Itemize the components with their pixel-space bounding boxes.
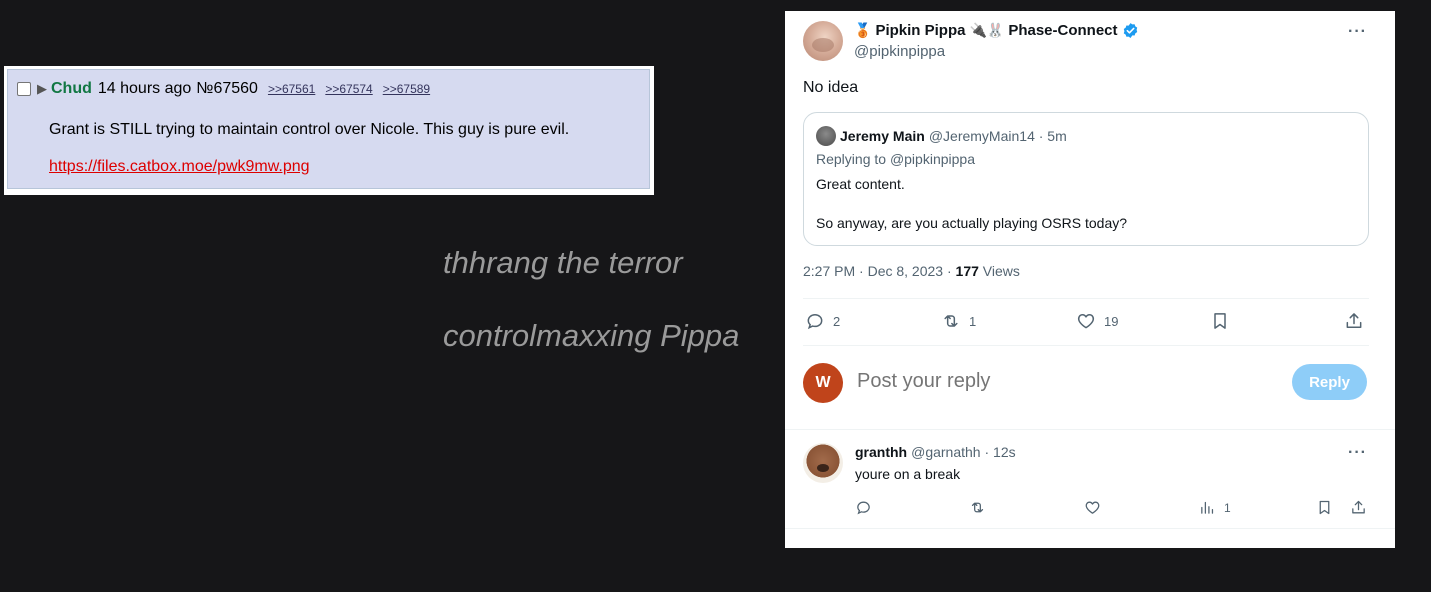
reply-like-button[interactable] (1084, 499, 1101, 516)
tweet-meta: 2:27 PM · Dec 8, 2023 · 177 Views (803, 263, 1020, 279)
caption-line-2: controlmaxxing Pippa (443, 318, 740, 353)
like-icon (1085, 501, 1100, 514)
quoted-author-avatar (816, 126, 836, 146)
post-select-checkbox[interactable] (17, 82, 31, 96)
share-button[interactable] (1344, 311, 1364, 331)
plug-rabbit-emoji: 🔌🐰 (969, 22, 1005, 38)
tweet-text: No idea (803, 79, 859, 96)
like-count: 19 (1104, 313, 1119, 329)
author-handle[interactable]: @pipkinpippa (854, 43, 945, 60)
reply-icon (807, 313, 823, 330)
reply-share-button[interactable] (1350, 499, 1367, 516)
reply-views-button[interactable]: 1 (1199, 499, 1231, 516)
share-icon (1352, 500, 1365, 514)
reply-submit-button[interactable]: Reply (1292, 364, 1367, 400)
imageboard-post-frame: ▶ Chud 14 hours ago №67560 >>67561 >>675… (4, 66, 654, 195)
caption-line-1: thhrang the terror (443, 245, 683, 280)
reply-views-count: 1 (1224, 500, 1231, 515)
imageboard-post: ▶ Chud 14 hours ago №67560 >>67561 >>675… (7, 69, 650, 189)
like-icon (1077, 314, 1095, 329)
quoted-author-row: Jeremy Main @JeremyMain14 · 5m (816, 126, 1067, 146)
bookmark-icon (1214, 313, 1226, 329)
medal-emoji: 🥉 (854, 22, 872, 38)
author-display-name: Pipkin Pippa (875, 22, 966, 39)
tweet-card: 🥉 Pipkin Pippa 🔌🐰 Phase-Connect @pipkinp… (785, 11, 1395, 548)
divider (785, 528, 1395, 529)
reply-author-avatar[interactable] (803, 443, 843, 483)
tweet-actions: 2 1 19 (805, 311, 1369, 333)
reply-count: 2 (833, 313, 841, 329)
views-icon (1201, 501, 1214, 514)
reply-text: youre on a break (855, 466, 961, 482)
post-number[interactable]: №67560 (196, 80, 258, 98)
quoted-author-name: Jeremy Main (840, 128, 925, 144)
author-name-row[interactable]: 🥉 Pipkin Pippa 🔌🐰 Phase-Connect (854, 22, 1139, 39)
reply-actions: 1 (855, 499, 1375, 517)
tweet-timestamp[interactable]: 2:27 PM · Dec 8, 2023 · (803, 263, 956, 279)
reply-icon (857, 501, 870, 515)
poster-name: Chud (51, 80, 92, 97)
views-label: Views (978, 263, 1020, 279)
post-menu-arrow-icon[interactable]: ▶ (37, 81, 47, 97)
post-header: ▶ Chud 14 hours ago №67560 >>67561 >>675… (17, 79, 440, 99)
repost-button[interactable]: 1 (941, 311, 976, 331)
reply-bookmark-button[interactable] (1316, 499, 1333, 516)
views-count: 177 (955, 263, 979, 279)
replying-to: Replying to @pipkinpippa (816, 151, 975, 167)
current-user-avatar[interactable]: W (803, 363, 843, 403)
reply-repost-button[interactable] (969, 499, 986, 516)
reply-more-icon[interactable]: ··· (1348, 444, 1367, 462)
backlink[interactable]: >>67589 (383, 82, 430, 96)
author-avatar[interactable] (803, 21, 843, 61)
bookmark-icon (1319, 500, 1330, 515)
repost-icon (971, 502, 984, 513)
backlink[interactable]: >>67561 (268, 82, 315, 96)
divider (785, 429, 1395, 430)
reply-author-name[interactable]: granthh (855, 444, 907, 460)
quoted-tweet[interactable]: Jeremy Main @JeremyMain14 · 5m Replying … (803, 112, 1369, 246)
post-link[interactable]: https://files.catbox.moe/pwk9mw.png (49, 158, 310, 176)
repost-count: 1 (969, 313, 977, 329)
verified-badge-icon (1123, 23, 1137, 38)
quoted-text-line-2: So anyway, are you actually playing OSRS… (816, 215, 1128, 231)
replying-to-handle[interactable]: @pipkinpippa (890, 151, 975, 167)
replying-to-prefix: Replying to (816, 151, 890, 167)
post-body: Grant is STILL trying to maintain contro… (49, 121, 570, 138)
like-button[interactable]: 19 (1076, 311, 1118, 331)
reply-reply-button[interactable] (855, 499, 872, 516)
reply-author-row: granthh @garnathh · 12s (855, 444, 1016, 460)
share-icon (1346, 313, 1362, 328)
divider (803, 298, 1369, 299)
reply-author-handle-time[interactable]: @garnathh · 12s (911, 444, 1016, 460)
quoted-text-line-1: Great content. (816, 176, 905, 192)
more-icon[interactable]: ··· (1348, 23, 1367, 41)
backlink[interactable]: >>67574 (325, 82, 372, 96)
repost-icon (944, 315, 958, 327)
author-affiliation: Phase-Connect (1008, 22, 1118, 39)
divider (803, 345, 1369, 346)
bookmark-button[interactable] (1210, 311, 1230, 331)
reply-button[interactable]: 2 (805, 311, 840, 331)
post-time: 14 hours ago (97, 80, 192, 97)
reply-input[interactable] (857, 370, 1257, 393)
quoted-author-handle-time: @JeremyMain14 · 5m (928, 128, 1067, 144)
